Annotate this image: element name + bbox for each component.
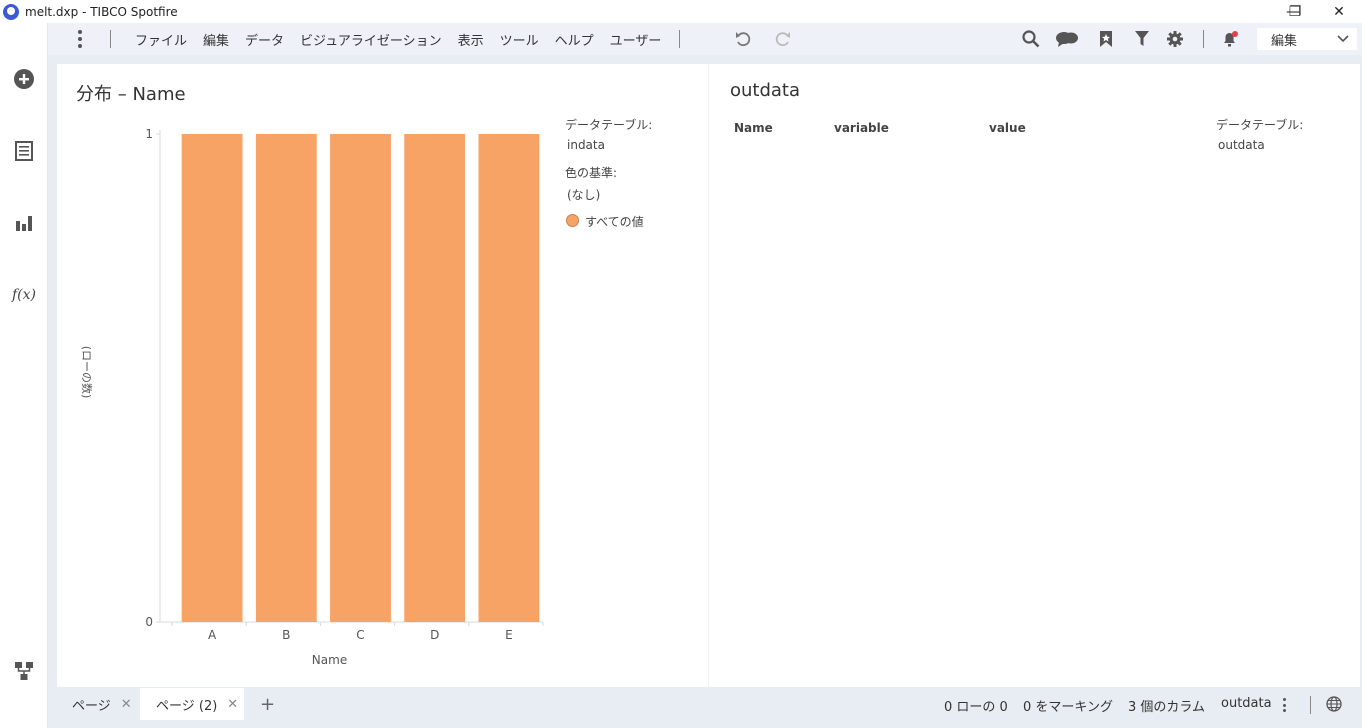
tab-page-2[interactable]: ページ (2) ✕	[140, 688, 244, 720]
search-icon	[1022, 30, 1040, 48]
legend-color-value[interactable]: (なし)	[567, 186, 600, 203]
mode-dropdown-label: 編集	[1271, 33, 1298, 49]
fx-icon: f(x)	[11, 287, 36, 303]
menu-help[interactable]: ヘルプ	[547, 30, 602, 49]
x-tick-label-D[interactable]: D	[430, 628, 439, 642]
x-tick-label-E[interactable]: E	[505, 628, 513, 642]
toolbar-separator	[1203, 30, 1204, 48]
mode-dropdown[interactable]: 編集	[1257, 28, 1357, 50]
legend-swatch[interactable]	[566, 214, 579, 227]
bar-E[interactable]	[478, 134, 540, 622]
column-header-value[interactable]: value	[989, 121, 1026, 135]
collaboration-button[interactable]	[1055, 27, 1079, 51]
window-title: melt.dxp - TIBCO Spotfire	[25, 4, 178, 19]
menu-user[interactable]: ユーザー	[602, 30, 670, 49]
data-panel-button[interactable]	[10, 137, 38, 165]
add-icon	[14, 69, 34, 89]
comments-icon	[1056, 32, 1078, 47]
table-legend-label: データテーブル:	[1216, 118, 1304, 132]
column-header-name[interactable]: Name	[734, 121, 773, 135]
legend-table-label: データテーブル:	[565, 118, 653, 132]
tab-label: ページ (2)	[156, 698, 218, 714]
tab-label: ページ	[72, 698, 111, 714]
data-table-icon	[15, 141, 33, 161]
panel-divider[interactable]	[708, 64, 709, 687]
bar-C[interactable]	[330, 134, 391, 622]
bar-D[interactable]	[404, 134, 466, 622]
y-tick-label: 1	[145, 127, 153, 141]
data-canvas-icon	[15, 662, 33, 680]
chevron-down-icon	[1337, 35, 1349, 43]
menu-edit[interactable]: 編集	[195, 30, 237, 49]
close-icon[interactable]: ✕	[121, 697, 132, 712]
redo-button[interactable]	[771, 27, 795, 51]
status-separator	[1310, 696, 1311, 714]
x-axis-title[interactable]: Name	[312, 653, 347, 667]
restore-icon: ❐	[1288, 3, 1302, 20]
table-title: outdata	[730, 80, 801, 101]
data-canvas-button[interactable]	[10, 657, 38, 685]
status-marked-count: 0 をマーキング	[1023, 700, 1114, 715]
legend-item-label[interactable]: すべての値	[585, 213, 644, 230]
more-menu-button[interactable]	[70, 27, 90, 51]
bar-chart[interactable]: 0 1 A B C D E Name (ローの数)	[57, 64, 708, 687]
restore-button[interactable]: ❐	[1272, 0, 1318, 23]
notifications-button[interactable]	[1218, 27, 1242, 51]
bar-B[interactable]	[255, 134, 317, 622]
y-axis-title[interactable]: (ローの数)	[80, 346, 93, 399]
page-tabs-bar: ページ ✕ ページ (2) ✕ + 0 ローの 0 0 をマーキング 3 個のカ…	[48, 688, 1362, 728]
x-tick-label-C[interactable]: C	[356, 628, 364, 642]
settings-button[interactable]	[1163, 27, 1187, 51]
redo-icon	[775, 32, 790, 47]
status-data-table[interactable]: outdata	[1221, 696, 1272, 711]
spotfire-window: melt.dxp - TIBCO Spotfire — ❐ ✕ f(x) ファイ…	[0, 0, 1362, 728]
notification-icon	[1224, 31, 1238, 47]
bookmarks-button[interactable]	[1094, 27, 1118, 51]
calculated-column-button[interactable]: f(x)	[10, 281, 38, 309]
title-bar: melt.dxp - TIBCO Spotfire — ❐ ✕	[0, 0, 1362, 23]
status-column-count: 3 個のカラム	[1128, 700, 1206, 715]
spotfire-logo-icon	[3, 3, 19, 20]
tab-page-1[interactable]: ページ ✕	[48, 688, 140, 720]
close-window-button[interactable]: ✕	[1316, 0, 1362, 23]
undo-icon	[736, 32, 751, 47]
menu-separator	[110, 30, 111, 48]
menu-visualization[interactable]: ビジュアライゼーション	[292, 30, 450, 49]
menu-file[interactable]: ファイル	[127, 30, 195, 49]
legend-color-label: 色の基準:	[565, 166, 618, 180]
filters-button[interactable]	[1130, 27, 1154, 51]
undo-button[interactable]	[731, 27, 755, 51]
table-legend-value[interactable]: outdata	[1218, 138, 1265, 152]
visualization-button[interactable]	[10, 209, 38, 237]
column-header-variable[interactable]: variable	[834, 121, 889, 135]
add-page-button[interactable]: +	[260, 688, 275, 720]
visualization-icon	[16, 216, 32, 231]
status-more-button[interactable]	[1283, 698, 1287, 712]
settings-icon	[1167, 31, 1183, 47]
x-tick-label-A[interactable]: A	[208, 628, 217, 642]
add-data-button[interactable]	[10, 65, 38, 93]
close-icon: ✕	[1333, 3, 1345, 20]
page-canvas: 分布 – Name 0 1 A B C D E Name (ローの数) データテーブル: ind…	[57, 64, 1360, 687]
menu-separator	[679, 30, 681, 48]
left-sidebar: f(x)	[0, 23, 48, 728]
x-tick-label-B[interactable]: B	[282, 628, 290, 642]
filter-icon	[1135, 31, 1149, 46]
status-row-count: 0 ローの 0	[944, 700, 1008, 715]
search-button[interactable]	[1019, 27, 1043, 51]
bookmark-icon	[1100, 31, 1112, 47]
close-icon[interactable]: ✕	[227, 697, 238, 712]
menu-tools[interactable]: ツール	[492, 30, 547, 49]
globe-icon[interactable]	[1326, 696, 1342, 712]
y-tick-label: 0	[145, 615, 153, 629]
bar-A[interactable]	[181, 134, 243, 622]
menu-data[interactable]: データ	[237, 30, 292, 49]
menu-view[interactable]: 表示	[450, 30, 492, 49]
legend-table-value[interactable]: indata	[567, 138, 605, 152]
